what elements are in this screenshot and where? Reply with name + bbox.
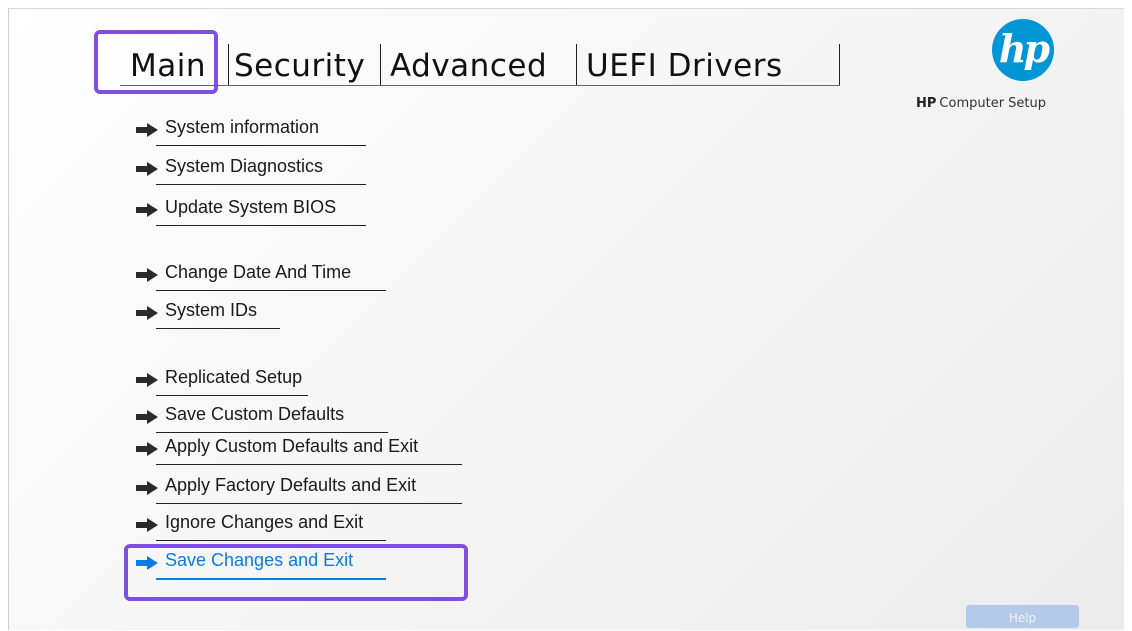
help-button[interactable]: Help [966,605,1079,628]
hp-logo-text: hp [998,26,1050,71]
menu-item-label: System IDs [165,300,258,320]
tab-bar: Main Security Advanced UEFI Drivers [0,0,1132,100]
active-tab-highlight [94,30,218,94]
tab-separator [228,44,229,86]
tab-advanced[interactable]: Advanced [390,44,547,88]
product-title: HP Computer Setup [916,96,1046,111]
arrow-right-icon [136,481,158,495]
tab-separator [839,44,840,86]
arrow-right-icon [136,442,158,456]
menu-item-label: Save Custom Defaults [165,404,345,424]
menu-item-label: Change Date And Time [165,262,352,282]
menu-item-underline [156,184,366,185]
menu-item-label: Replicated Setup [165,367,303,387]
menu-item-underline [156,290,386,291]
tab-separator [380,44,381,86]
menu-item-label: Apply Custom Defaults and Exit [165,436,419,456]
tab-separator [576,44,577,86]
tab-uefi-drivers[interactable]: UEFI Drivers [586,44,783,88]
product-brand: HP [916,96,937,111]
arrow-right-icon [136,518,158,532]
menu-item-label: System Diagnostics [165,156,324,176]
tab-baseline [120,85,840,86]
menu-item-underline [156,503,462,504]
selected-item-highlight [124,544,468,601]
menu-item-underline [156,225,366,226]
arrow-right-icon [136,123,158,137]
menu-item-underline [156,395,308,396]
menu-item-underline [156,540,386,541]
product-name: Computer Setup [939,96,1047,111]
menu-item-underline [156,432,388,433]
arrow-right-icon [136,203,158,217]
hp-logo: hp [992,19,1054,81]
menu-item-label: Apply Factory Defaults and Exit [165,475,417,495]
arrow-right-icon [136,268,158,282]
tab-security[interactable]: Security [234,44,365,88]
menu-item-underline [156,464,462,465]
arrow-right-icon [136,410,158,424]
menu-item-label: Ignore Changes and Exit [165,512,364,532]
menu-item-label: System information [165,117,320,137]
menu-item-label: Update System BIOS [165,197,337,217]
menu-item-underline [156,328,280,329]
arrow-right-icon [136,306,158,320]
arrow-right-icon [136,373,158,387]
arrow-right-icon [136,162,158,176]
menu-item-underline [156,145,366,146]
